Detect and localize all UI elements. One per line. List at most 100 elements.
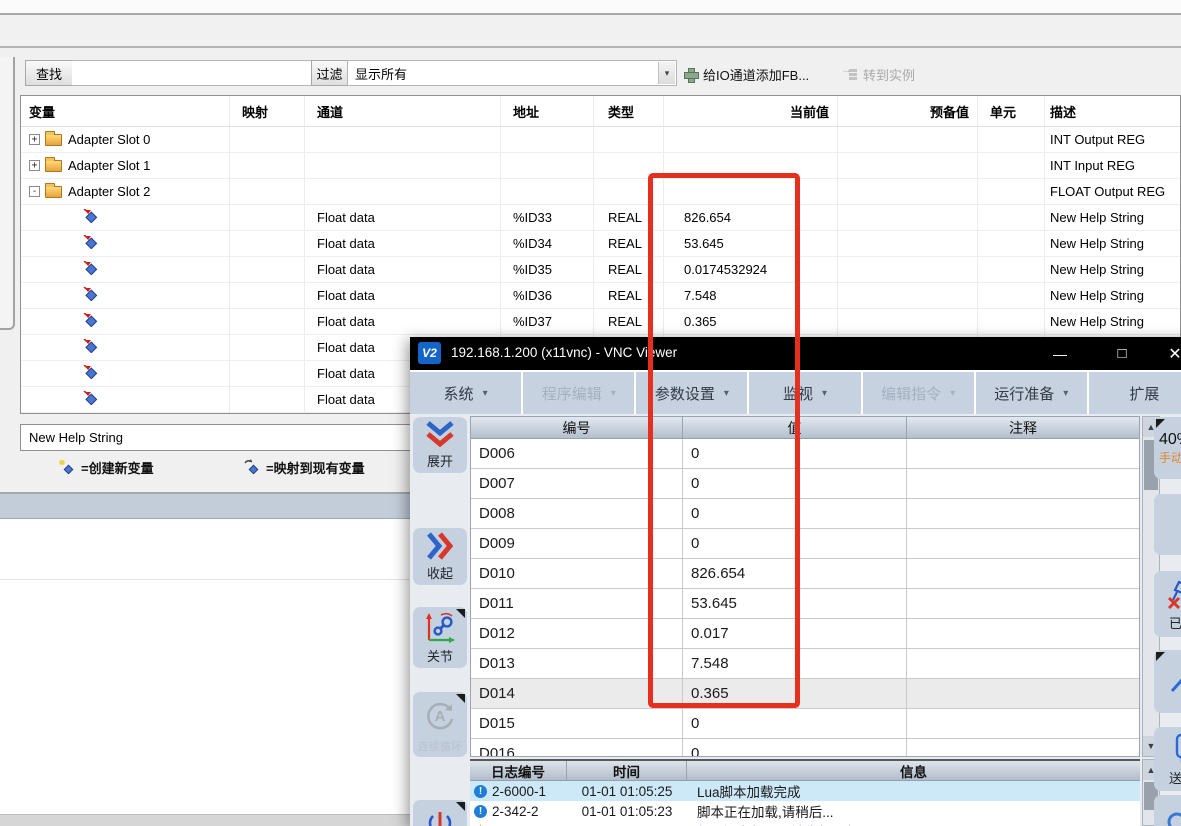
variable-icon bbox=[83, 365, 98, 382]
torch-off-button[interactable]: 已关 bbox=[1154, 571, 1181, 637]
chevron-down-icon: ▾ bbox=[822, 388, 827, 399]
table-row[interactable]: D011 53.645 bbox=[471, 589, 1139, 619]
table-row[interactable]: D012 0.017 bbox=[471, 619, 1139, 649]
chevron-down-icon: ▾ bbox=[611, 388, 616, 399]
sidebar-partial-button[interactable] bbox=[413, 800, 467, 826]
cell-channel bbox=[305, 179, 501, 204]
find-input[interactable] bbox=[72, 60, 312, 86]
col-header[interactable]: 日志编号 bbox=[470, 761, 567, 780]
cell-unit bbox=[978, 231, 1045, 256]
col-header[interactable]: 预备值 bbox=[838, 96, 978, 126]
log-id: 2-6000-1 bbox=[492, 784, 546, 799]
register-table-header: 编号 值 注释 bbox=[471, 417, 1139, 439]
circle-mode-button[interactable] bbox=[1154, 795, 1181, 826]
partial-icon bbox=[425, 800, 455, 826]
menu-item[interactable]: 系统 ▾ bbox=[410, 372, 521, 414]
table-row[interactable]: D015 0 bbox=[471, 709, 1139, 739]
cell-channel: Float data bbox=[305, 231, 501, 256]
loop-icon: A bbox=[422, 692, 458, 738]
close-button[interactable]: ✕ bbox=[1158, 337, 1181, 370]
cell-unit bbox=[978, 127, 1045, 152]
joint-mode-button[interactable]: 关节 bbox=[413, 607, 467, 668]
maximize-button[interactable]: □ bbox=[1105, 337, 1139, 370]
cell-address: %ID36 bbox=[501, 283, 594, 308]
cell-description: FLOAT Output REG bbox=[1045, 179, 1180, 204]
table-row[interactable]: Float data %ID35 REAL 0.0174532924 New H… bbox=[21, 257, 1180, 283]
table-row[interactable]: Float data %ID36 REAL 7.548 New Help Str… bbox=[21, 283, 1180, 309]
collapse-button[interactable]: 收起 bbox=[413, 528, 467, 585]
minimize-button[interactable]: — bbox=[1043, 337, 1077, 370]
continuous-loop-button[interactable]: A 连续循环 bbox=[413, 692, 467, 757]
table-row[interactable]: Float data %ID34 REAL 53.645 New Help St… bbox=[21, 231, 1180, 257]
menu-item[interactable]: 程序编辑 ▾ bbox=[523, 372, 634, 414]
cell-unit bbox=[978, 179, 1045, 204]
table-row[interactable]: Float data %ID37 REAL 0.365 New Help Str… bbox=[21, 309, 1180, 335]
filter-dropdown-value: 显示所有 bbox=[355, 64, 407, 83]
table-row[interactable]: D010 826.654 bbox=[471, 559, 1139, 589]
col-header[interactable]: 映射 bbox=[230, 96, 305, 126]
double-chevron-right-icon bbox=[425, 528, 455, 563]
torch-off-icon bbox=[1165, 576, 1181, 613]
wire-feed-button[interactable]: 送丝 bbox=[1154, 727, 1181, 791]
table-row[interactable]: D008 0 bbox=[471, 499, 1139, 529]
blank-button[interactable] bbox=[1154, 494, 1181, 555]
cell-address bbox=[501, 153, 594, 178]
cell-register-comment bbox=[907, 619, 1139, 648]
table-row[interactable]: D014 0.365 bbox=[471, 679, 1139, 709]
table-row[interactable]: - Adapter Slot 2 FLOAT Output REG bbox=[21, 179, 1180, 205]
table-row[interactable]: D006 0 bbox=[471, 439, 1139, 469]
table-row[interactable]: D016 0 bbox=[471, 739, 1139, 757]
cell-mapping bbox=[230, 335, 305, 360]
col-header[interactable]: 地址 bbox=[501, 96, 594, 126]
table-row[interactable]: D009 0 bbox=[471, 529, 1139, 559]
expand-button[interactable]: 展开 bbox=[413, 417, 467, 473]
cell-mapping bbox=[230, 205, 305, 230]
cell-channel bbox=[305, 127, 501, 152]
cell-register-comment bbox=[907, 709, 1139, 738]
tree-toggle-icon[interactable]: - bbox=[29, 186, 40, 197]
log-row[interactable]: ! 1-92C-1 01-01 00:22:23 伺服没有打开，请先打开伺服 bbox=[470, 821, 1140, 826]
add-fb-button[interactable]: 给IO通道添加FB... bbox=[684, 62, 809, 86]
log-row[interactable]: ! 2-342-2 01-01 01:05:23 脚本正在加载,请稍后... bbox=[470, 801, 1140, 821]
speed-mode-button[interactable]: 40% 手动 bbox=[1154, 417, 1181, 479]
log-id: 2-342-2 bbox=[492, 804, 539, 819]
col-header[interactable]: 类型 bbox=[594, 96, 664, 126]
table-row[interactable]: D013 7.548 bbox=[471, 649, 1139, 679]
col-header[interactable]: 描述 bbox=[1045, 96, 1180, 126]
col-header[interactable]: 变量 bbox=[21, 96, 230, 126]
cell-description: New Help String bbox=[1045, 205, 1180, 230]
tree-toggle-icon[interactable]: + bbox=[29, 134, 40, 145]
log-time: 01-01 01:05:23 bbox=[567, 804, 687, 819]
tree-toggle-icon[interactable]: + bbox=[29, 160, 40, 171]
table-row[interactable]: + Adapter Slot 0 INT Output REG bbox=[21, 127, 1180, 153]
menu-item[interactable]: 运行准备 ▾ bbox=[976, 372, 1087, 414]
col-header[interactable]: 信息 bbox=[687, 761, 1140, 780]
filter-dropdown[interactable]: 显示所有 ▾ bbox=[347, 60, 677, 86]
cell-unit bbox=[978, 257, 1045, 282]
col-header[interactable]: 注释 bbox=[907, 417, 1139, 438]
mode-label: 手动 bbox=[1159, 449, 1181, 466]
col-header[interactable]: 当前值 bbox=[664, 96, 838, 126]
table-row[interactable]: Float data %ID33 REAL 826.654 New Help S… bbox=[21, 205, 1180, 231]
cell-register-id: D016 bbox=[471, 739, 683, 757]
cell-register-value: 0 bbox=[683, 709, 907, 738]
table-row[interactable]: + Adapter Slot 1 INT Input REG bbox=[21, 153, 1180, 179]
col-header[interactable]: 通道 bbox=[305, 96, 501, 126]
menu-item[interactable]: 扩展 ▾ bbox=[1089, 372, 1181, 414]
col-header[interactable]: 单元 bbox=[978, 96, 1045, 126]
cell-mapping bbox=[230, 153, 305, 178]
chevron-down-icon: ▾ bbox=[1063, 388, 1068, 399]
menu-item[interactable]: 编辑指令 ▾ bbox=[863, 372, 974, 414]
robot-joint-icon bbox=[423, 607, 457, 646]
filter-label: 过滤 bbox=[311, 60, 348, 86]
chevron-down-icon[interactable]: ▾ bbox=[658, 62, 675, 84]
variable-icon bbox=[83, 235, 98, 252]
line-mode-button[interactable] bbox=[1154, 650, 1181, 713]
log-row[interactable]: ! 2-6000-1 01-01 01:05:25 Lua脚本加载完成 bbox=[470, 781, 1140, 801]
col-header[interactable]: 时间 bbox=[567, 761, 687, 780]
register-table: 编号 值 注释 D006 0 D007 0 bbox=[470, 416, 1140, 757]
plus-icon bbox=[684, 68, 697, 81]
table-row[interactable]: D007 0 bbox=[471, 469, 1139, 499]
variable-icon bbox=[83, 287, 98, 304]
folder-icon bbox=[45, 134, 62, 146]
